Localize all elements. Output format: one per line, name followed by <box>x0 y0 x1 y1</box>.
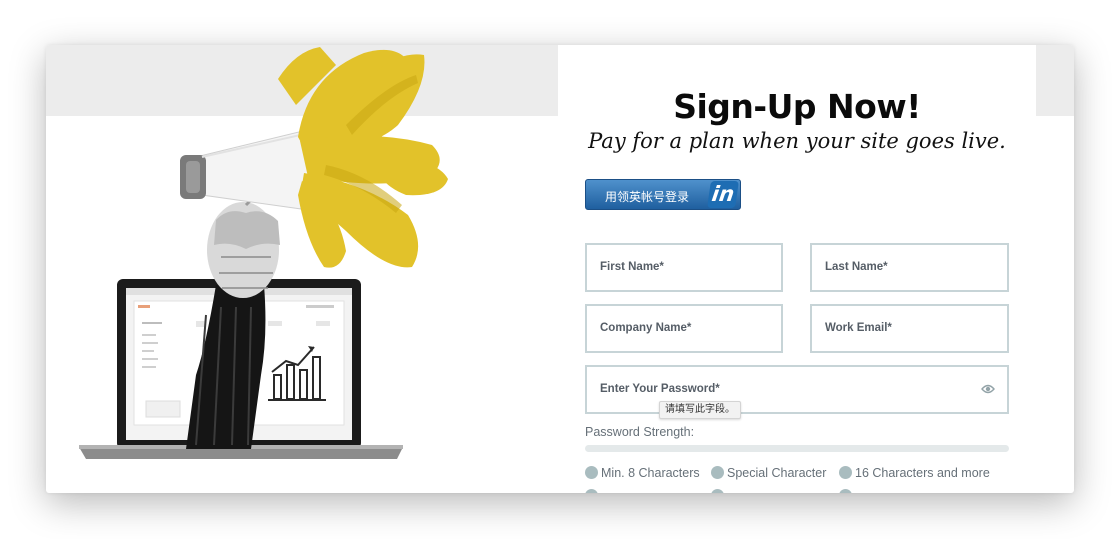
criteria-dot-icon <box>585 466 598 479</box>
megaphone-laptop-illustration <box>79 47 448 459</box>
last-name-field[interactable]: Last Name* <box>810 243 1009 292</box>
eye-icon[interactable] <box>981 383 995 395</box>
criteria-dot-icon <box>711 489 724 493</box>
signup-card: Sign-Up Now! Pay for a plan when your si… <box>558 45 1036 493</box>
criteria-dot-icon <box>585 489 598 493</box>
criteria-label: Special Character <box>727 466 827 480</box>
criteria-dot-icon <box>839 489 852 493</box>
criteria-dot-icon <box>839 466 852 479</box>
linkedin-signin-label: 用领英帐号登录 <box>604 190 689 204</box>
password-strength-label: Password Strength: <box>585 425 695 439</box>
signup-window: Sign-Up Now! Pay for a plan when your si… <box>46 45 1074 493</box>
criteria-special-char: Special Character <box>711 466 826 482</box>
password-placeholder: Enter Your Password* <box>600 383 720 395</box>
criteria-dot-icon <box>711 466 724 479</box>
password-field[interactable]: Enter Your Password* <box>585 365 1009 414</box>
linkedin-signin-button[interactable]: 用领英帐号登录 in <box>585 179 741 210</box>
work-email-placeholder: Work Email* <box>825 322 892 334</box>
work-email-field[interactable]: Work Email* <box>810 304 1009 353</box>
criteria-16-chars: 16 Characters and more <box>839 466 990 482</box>
criteria-label: Min. 8 Characters <box>601 466 700 480</box>
first-name-placeholder: First Name* <box>600 261 664 273</box>
password-strength-bar <box>585 445 1009 452</box>
first-name-field[interactable]: First Name* <box>585 243 783 292</box>
company-name-field[interactable]: Company Name* <box>585 304 783 353</box>
criteria-label: 16 Characters and more <box>855 466 990 480</box>
criteria-min-8: Min. 8 Characters <box>585 466 700 482</box>
company-name-placeholder: Company Name* <box>600 322 692 334</box>
page-title: Sign-Up Now! <box>673 87 921 126</box>
hero-illustration <box>46 45 558 493</box>
page-subtitle: Pay for a plan when your site goes live. <box>588 129 1006 153</box>
linkedin-icon: in <box>707 181 739 208</box>
validation-tooltip: 请填写此字段。 <box>659 401 741 419</box>
last-name-placeholder: Last Name* <box>825 261 888 273</box>
